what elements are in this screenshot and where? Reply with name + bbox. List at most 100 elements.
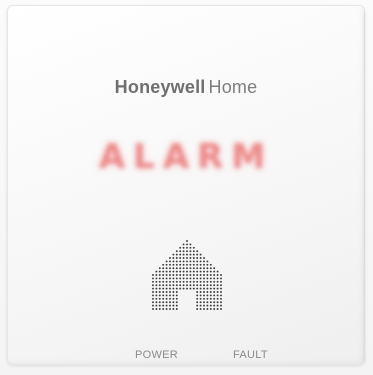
grille-hole xyxy=(220,301,222,304)
grille-hole xyxy=(165,274,168,276)
grille-hole xyxy=(179,267,182,270)
grille-hole xyxy=(220,277,222,280)
grille-hole xyxy=(175,274,178,276)
grille-hole xyxy=(213,291,216,293)
grille-hole xyxy=(155,291,158,293)
grille-hole xyxy=(162,274,165,276)
grille-hole xyxy=(172,297,175,300)
grille-hole xyxy=(192,277,195,280)
grille-hole xyxy=(165,294,168,297)
grille-hole xyxy=(189,267,192,270)
grille-hole xyxy=(172,304,175,307)
grille-hole xyxy=(162,294,165,297)
grille-hole xyxy=(213,294,216,297)
grille-hole xyxy=(220,274,222,276)
grille-hole xyxy=(209,287,212,290)
grille-hole xyxy=(162,287,165,290)
grille-hole xyxy=(169,294,171,297)
grille-hole xyxy=(186,263,188,266)
grille-hole xyxy=(203,284,205,287)
grille-hole xyxy=(165,263,168,266)
grille-hole xyxy=(186,243,188,246)
grille-hole xyxy=(165,270,168,273)
grille-hole xyxy=(175,263,178,266)
grille-hole xyxy=(172,253,175,256)
grille-hole xyxy=(162,280,165,283)
grille-hole xyxy=(172,267,175,270)
grille-hole xyxy=(199,270,202,273)
grille-hole xyxy=(196,277,199,280)
grille-hole xyxy=(152,301,154,304)
grille-hole xyxy=(199,301,202,304)
grille-hole xyxy=(169,263,171,266)
grille-hole xyxy=(189,284,192,287)
grille-hole xyxy=(209,301,212,304)
grille-hole xyxy=(152,287,154,290)
grille-hole xyxy=(165,308,168,310)
grille-hole xyxy=(199,280,202,283)
grille-hole xyxy=(196,270,199,273)
grille-hole xyxy=(179,277,182,280)
grille-hole xyxy=(155,294,158,297)
grille-hole xyxy=(169,257,171,259)
grille-hole xyxy=(203,294,205,297)
grille-hole xyxy=(196,253,199,256)
grille-hole xyxy=(162,277,165,280)
grille-hole xyxy=(196,274,199,276)
grille-hole xyxy=(182,274,185,276)
grille-hole xyxy=(182,280,185,283)
grille-hole xyxy=(196,284,199,287)
grille-hole xyxy=(175,291,178,293)
grille-hole xyxy=(209,308,212,310)
grille-hole xyxy=(169,280,171,283)
grille-hole xyxy=(206,270,209,273)
grille-hole xyxy=(199,260,202,263)
grille-hole xyxy=(192,260,195,263)
grille-hole xyxy=(209,267,212,270)
grille-hole xyxy=(189,257,192,259)
grille-hole xyxy=(216,308,219,310)
grille-hole xyxy=(175,287,178,290)
grille-hole xyxy=(182,287,185,290)
grille-hole xyxy=(186,274,188,276)
grille-hole xyxy=(199,287,202,290)
grille-hole xyxy=(209,294,212,297)
grille-hole xyxy=(203,257,205,259)
grille-hole xyxy=(199,294,202,297)
grille-hole xyxy=(209,277,212,280)
grille-hole xyxy=(165,301,168,304)
grille-hole xyxy=(182,263,185,266)
grille-hole xyxy=(169,301,171,304)
grille-hole xyxy=(209,304,212,307)
grille-hole xyxy=(213,301,216,304)
grille-hole xyxy=(158,284,161,287)
grille-hole xyxy=(199,274,202,276)
grille-hole xyxy=(158,304,161,307)
grille-hole xyxy=(169,277,171,280)
grille-hole xyxy=(182,253,185,256)
grille-hole xyxy=(189,277,192,280)
grille-hole xyxy=(182,243,185,246)
grille-hole xyxy=(220,294,222,297)
grille-hole xyxy=(175,277,178,280)
grille-hole xyxy=(192,253,195,256)
grille-hole xyxy=(152,284,154,287)
grille-hole xyxy=(169,308,171,310)
grille-hole xyxy=(158,287,161,290)
grille-hole xyxy=(172,287,175,290)
grille-hole xyxy=(213,270,216,273)
grille-hole xyxy=(209,263,212,266)
grille-hole xyxy=(199,267,202,270)
grille-hole xyxy=(182,277,185,280)
grille-hole xyxy=(169,287,171,290)
grille-hole xyxy=(213,280,216,283)
grille-hole xyxy=(155,280,158,283)
grille-hole xyxy=(152,291,154,293)
grille-hole xyxy=(172,308,175,310)
grille-hole xyxy=(206,267,209,270)
grille-hole xyxy=(165,284,168,287)
device-photo: Honeywell Home ALARM POWER FAULT xyxy=(0,0,373,375)
brand-logo: Honeywell Home xyxy=(7,77,365,98)
grille-hole xyxy=(175,250,178,253)
grille-hole xyxy=(206,308,209,310)
